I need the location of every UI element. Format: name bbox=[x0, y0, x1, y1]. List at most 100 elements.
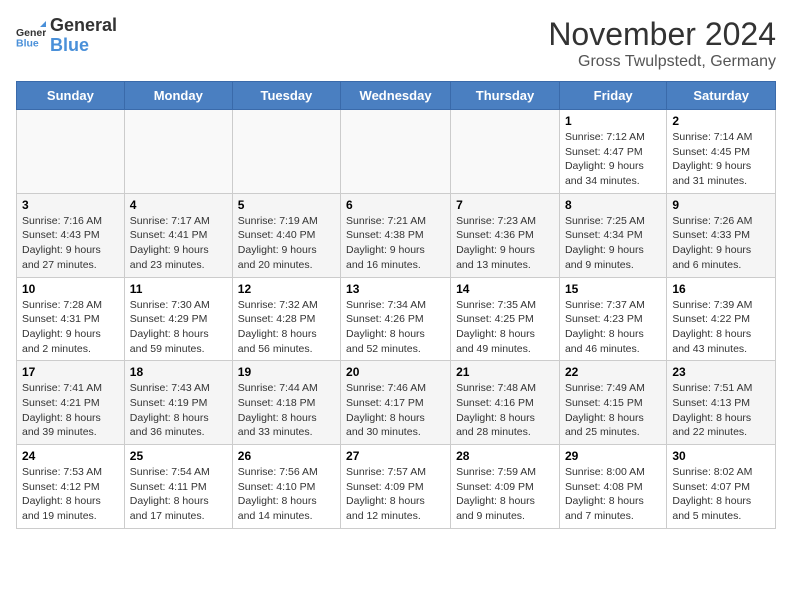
day-number: 17 bbox=[22, 365, 119, 379]
calendar-cell: 14 Sunrise: 7:35 AM Sunset: 4:25 PM Dayli… bbox=[451, 277, 560, 361]
calendar-cell: 8 Sunrise: 7:25 AM Sunset: 4:34 PM Daylig… bbox=[559, 193, 666, 277]
day-number: 19 bbox=[238, 365, 335, 379]
calendar-cell: 30 Sunrise: 8:02 AM Sunset: 4:07 PM Dayli… bbox=[667, 445, 776, 529]
day-number: 28 bbox=[456, 449, 554, 463]
day-info: Sunrise: 8:02 AM Sunset: 4:07 PM Dayligh… bbox=[672, 465, 770, 524]
day-info: Sunrise: 8:00 AM Sunset: 4:08 PM Dayligh… bbox=[565, 465, 661, 524]
day-info: Sunrise: 7:39 AM Sunset: 4:22 PM Dayligh… bbox=[672, 298, 770, 357]
day-number: 23 bbox=[672, 365, 770, 379]
calendar-cell: 11 Sunrise: 7:30 AM Sunset: 4:29 PM Dayli… bbox=[124, 277, 232, 361]
weekday-header: Friday bbox=[559, 82, 666, 110]
month-title: November 2024 bbox=[548, 16, 776, 53]
calendar-cell: 19 Sunrise: 7:44 AM Sunset: 4:18 PM Dayli… bbox=[232, 361, 340, 445]
calendar-cell: 27 Sunrise: 7:57 AM Sunset: 4:09 PM Dayli… bbox=[341, 445, 451, 529]
day-info: Sunrise: 7:25 AM Sunset: 4:34 PM Dayligh… bbox=[565, 214, 661, 273]
day-info: Sunrise: 7:28 AM Sunset: 4:31 PM Dayligh… bbox=[22, 298, 119, 357]
calendar-cell: 28 Sunrise: 7:59 AM Sunset: 4:09 PM Dayli… bbox=[451, 445, 560, 529]
day-number: 29 bbox=[565, 449, 661, 463]
calendar-cell: 1Sunrise: 7:12 AM Sunset: 4:47 PM Daylig… bbox=[559, 110, 666, 194]
calendar-cell: 29 Sunrise: 8:00 AM Sunset: 4:08 PM Dayli… bbox=[559, 445, 666, 529]
logo-icon: General Blue bbox=[16, 21, 46, 51]
calendar-cell: 13 Sunrise: 7:34 AM Sunset: 4:26 PM Dayli… bbox=[341, 277, 451, 361]
day-number: 10 bbox=[22, 282, 119, 296]
weekday-header: Tuesday bbox=[232, 82, 340, 110]
day-info: Sunrise: 7:32 AM Sunset: 4:28 PM Dayligh… bbox=[238, 298, 335, 357]
day-info: Sunrise: 7:34 AM Sunset: 4:26 PM Dayligh… bbox=[346, 298, 445, 357]
day-number: 8 bbox=[565, 198, 661, 212]
day-number: 2 bbox=[672, 114, 770, 128]
calendar-cell: 12 Sunrise: 7:32 AM Sunset: 4:28 PM Dayli… bbox=[232, 277, 340, 361]
day-info: Sunrise: 7:14 AM Sunset: 4:45 PM Dayligh… bbox=[672, 130, 770, 189]
calendar-cell: 22 Sunrise: 7:49 AM Sunset: 4:15 PM Dayli… bbox=[559, 361, 666, 445]
day-number: 26 bbox=[238, 449, 335, 463]
logo: General Blue General Blue bbox=[16, 16, 117, 56]
svg-text:Blue: Blue bbox=[16, 37, 39, 49]
day-info: Sunrise: 7:54 AM Sunset: 4:11 PM Dayligh… bbox=[130, 465, 227, 524]
calendar-cell: 5 Sunrise: 7:19 AM Sunset: 4:40 PM Daylig… bbox=[232, 193, 340, 277]
day-info: Sunrise: 7:49 AM Sunset: 4:15 PM Dayligh… bbox=[565, 381, 661, 440]
day-number: 15 bbox=[565, 282, 661, 296]
calendar-cell: 21Sunrise: 7:48 AM Sunset: 4:16 PM Dayli… bbox=[451, 361, 560, 445]
calendar-cell: 16 Sunrise: 7:39 AM Sunset: 4:22 PM Dayli… bbox=[667, 277, 776, 361]
day-number: 14 bbox=[456, 282, 554, 296]
day-info: Sunrise: 7:30 AM Sunset: 4:29 PM Dayligh… bbox=[130, 298, 227, 357]
calendar-cell: 17 Sunrise: 7:41 AM Sunset: 4:21 PM Dayli… bbox=[17, 361, 125, 445]
weekday-header: Sunday bbox=[17, 82, 125, 110]
calendar-table: SundayMondayTuesdayWednesdayThursdayFrid… bbox=[16, 81, 776, 529]
weekday-header: Wednesday bbox=[341, 82, 451, 110]
calendar-cell: 18 Sunrise: 7:43 AM Sunset: 4:19 PM Dayli… bbox=[124, 361, 232, 445]
calendar-cell bbox=[17, 110, 125, 194]
day-info: Sunrise: 7:57 AM Sunset: 4:09 PM Dayligh… bbox=[346, 465, 445, 524]
header: General Blue General Blue November 2024 … bbox=[16, 16, 776, 71]
calendar-cell: 20 Sunrise: 7:46 AM Sunset: 4:17 PM Dayli… bbox=[341, 361, 451, 445]
day-info: Sunrise: 7:59 AM Sunset: 4:09 PM Dayligh… bbox=[456, 465, 554, 524]
day-info: Sunrise: 7:41 AM Sunset: 4:21 PM Dayligh… bbox=[22, 381, 119, 440]
day-number: 18 bbox=[130, 365, 227, 379]
calendar-body: 1Sunrise: 7:12 AM Sunset: 4:47 PM Daylig… bbox=[17, 110, 776, 529]
day-number: 12 bbox=[238, 282, 335, 296]
calendar-header: SundayMondayTuesdayWednesdayThursdayFrid… bbox=[17, 82, 776, 110]
day-number: 20 bbox=[346, 365, 445, 379]
day-number: 22 bbox=[565, 365, 661, 379]
day-info: Sunrise: 7:17 AM Sunset: 4:41 PM Dayligh… bbox=[130, 214, 227, 273]
day-number: 1 bbox=[565, 114, 661, 128]
day-info: Sunrise: 7:51 AM Sunset: 4:13 PM Dayligh… bbox=[672, 381, 770, 440]
calendar-cell: 4Sunrise: 7:17 AM Sunset: 4:41 PM Daylig… bbox=[124, 193, 232, 277]
day-info: Sunrise: 7:48 AM Sunset: 4:16 PM Dayligh… bbox=[456, 381, 554, 440]
calendar-cell bbox=[124, 110, 232, 194]
day-info: Sunrise: 7:21 AM Sunset: 4:38 PM Dayligh… bbox=[346, 214, 445, 273]
calendar-cell: 25Sunrise: 7:54 AM Sunset: 4:11 PM Dayli… bbox=[124, 445, 232, 529]
day-info: Sunrise: 7:23 AM Sunset: 4:36 PM Dayligh… bbox=[456, 214, 554, 273]
calendar-cell: 7 Sunrise: 7:23 AM Sunset: 4:36 PM Daylig… bbox=[451, 193, 560, 277]
calendar-cell: 3Sunrise: 7:16 AM Sunset: 4:43 PM Daylig… bbox=[17, 193, 125, 277]
location-title: Gross Twulpstedt, Germany bbox=[548, 53, 776, 71]
day-number: 27 bbox=[346, 449, 445, 463]
calendar-cell: 6 Sunrise: 7:21 AM Sunset: 4:38 PM Daylig… bbox=[341, 193, 451, 277]
day-info: Sunrise: 7:44 AM Sunset: 4:18 PM Dayligh… bbox=[238, 381, 335, 440]
calendar-cell: 15 Sunrise: 7:37 AM Sunset: 4:23 PM Dayli… bbox=[559, 277, 666, 361]
logo-text: General Blue bbox=[50, 16, 117, 56]
day-info: Sunrise: 7:53 AM Sunset: 4:12 PM Dayligh… bbox=[22, 465, 119, 524]
day-info: Sunrise: 7:37 AM Sunset: 4:23 PM Dayligh… bbox=[565, 298, 661, 357]
day-number: 5 bbox=[238, 198, 335, 212]
day-info: Sunrise: 7:26 AM Sunset: 4:33 PM Dayligh… bbox=[672, 214, 770, 273]
calendar-cell: 26 Sunrise: 7:56 AM Sunset: 4:10 PM Dayli… bbox=[232, 445, 340, 529]
calendar-cell: 2 Sunrise: 7:14 AM Sunset: 4:45 PM Daylig… bbox=[667, 110, 776, 194]
day-info: Sunrise: 7:46 AM Sunset: 4:17 PM Dayligh… bbox=[346, 381, 445, 440]
day-number: 9 bbox=[672, 198, 770, 212]
day-info: Sunrise: 7:19 AM Sunset: 4:40 PM Dayligh… bbox=[238, 214, 335, 273]
weekday-header: Thursday bbox=[451, 82, 560, 110]
calendar-cell bbox=[451, 110, 560, 194]
day-number: 13 bbox=[346, 282, 445, 296]
day-number: 30 bbox=[672, 449, 770, 463]
day-number: 11 bbox=[130, 282, 227, 296]
calendar-cell bbox=[341, 110, 451, 194]
day-info: Sunrise: 7:35 AM Sunset: 4:25 PM Dayligh… bbox=[456, 298, 554, 357]
calendar-cell: 24 Sunrise: 7:53 AM Sunset: 4:12 PM Dayli… bbox=[17, 445, 125, 529]
day-number: 7 bbox=[456, 198, 554, 212]
day-info: Sunrise: 7:56 AM Sunset: 4:10 PM Dayligh… bbox=[238, 465, 335, 524]
day-number: 6 bbox=[346, 198, 445, 212]
day-number: 24 bbox=[22, 449, 119, 463]
day-info: Sunrise: 7:43 AM Sunset: 4:19 PM Dayligh… bbox=[130, 381, 227, 440]
day-number: 16 bbox=[672, 282, 770, 296]
